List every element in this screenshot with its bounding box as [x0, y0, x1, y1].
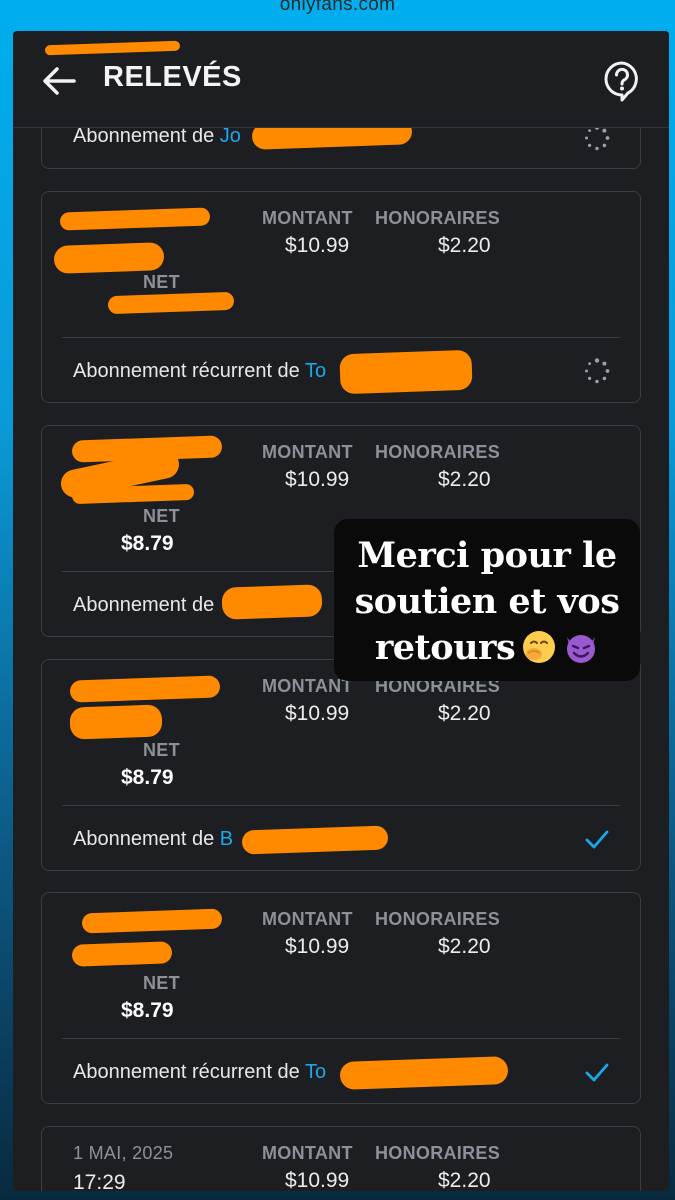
amount-label: MONTANT — [262, 676, 353, 696]
statement-description: Abonnement récurrent de To — [73, 360, 327, 382]
amount-value: $10.99 — [285, 702, 350, 725]
net-label: NET — [143, 272, 180, 292]
overlay-line-3: retours — [334, 625, 640, 671]
user-link[interactable]: To — [305, 360, 326, 382]
redaction-mark — [339, 1056, 509, 1090]
redaction-mark — [71, 941, 173, 967]
amount-value: $10.99 — [285, 1169, 350, 1191]
pending-spinner-icon — [585, 125, 610, 151]
amount-label: MONTANT — [262, 1143, 353, 1163]
statement-description: Abonnement de — [73, 594, 215, 616]
back-arrow-icon[interactable] — [41, 63, 77, 99]
overlay-line: soutien et vos — [354, 581, 620, 622]
redaction-mark — [69, 675, 221, 703]
statement-time: 17:29 — [73, 1171, 126, 1191]
fees-label: HONORAIRES — [375, 909, 501, 929]
statement-date: 1 MAI, 2025 — [73, 1143, 174, 1163]
fees-label: HONORAIRES — [375, 1143, 501, 1163]
redaction-mark — [81, 908, 223, 934]
amount-value: $10.99 — [285, 935, 350, 958]
redaction-mark — [107, 291, 235, 315]
user-link[interactable]: To — [305, 1061, 326, 1083]
fees-value: $2.20 — [438, 935, 491, 958]
redaction-mark — [71, 483, 195, 505]
fees-value: $2.20 — [438, 702, 491, 725]
smiling-devil-emoji-icon — [567, 635, 596, 663]
app-header: RELEVÉS — [13, 31, 669, 128]
fees-value: $2.20 — [438, 1169, 491, 1191]
net-value: $8.79 — [121, 532, 174, 555]
statement-card: MONTANT $10.99 HONORAIRES $2.20 NET Abon… — [41, 191, 641, 403]
fees-value: $2.20 — [438, 468, 491, 491]
statement-description: Abonnement de B — [73, 828, 234, 850]
face-with-hand-over-mouth-emoji-icon — [523, 631, 556, 663]
redaction-mark — [339, 349, 473, 395]
overlay-line: Merci pour le — [357, 535, 617, 576]
statement-description: Abonnement récurrent de To — [73, 1061, 327, 1083]
help-icon[interactable] — [603, 60, 641, 102]
page-title: RELEVÉS — [103, 61, 242, 93]
fees-label: HONORAIRES — [375, 208, 501, 228]
statement-card: MONTANT $10.99 HONORAIRES $2.20 NET $8.7… — [41, 659, 641, 871]
net-label: NET — [143, 973, 180, 993]
pending-spinner-icon — [585, 358, 610, 384]
fees-label: HONORAIRES — [375, 442, 501, 462]
card-divider — [62, 805, 620, 806]
checkmark-icon — [585, 1063, 609, 1082]
redaction-mark — [53, 242, 165, 274]
user-link[interactable]: Jo — [220, 125, 241, 147]
net-label: NET — [143, 740, 180, 760]
redaction-mark — [221, 584, 323, 620]
checkmark-icon — [585, 830, 609, 849]
amount-value: $10.99 — [285, 234, 350, 257]
net-label: NET — [143, 506, 180, 526]
redaction-mark — [241, 825, 389, 855]
statement-card: 1 MAI, 2025 17:29 MONTANT $10.99 HONORAI… — [41, 1126, 641, 1191]
redaction-mark — [59, 207, 211, 231]
amount-value: $10.99 — [285, 468, 350, 491]
card-divider — [62, 1038, 620, 1039]
amount-label: MONTANT — [262, 208, 353, 228]
card-divider — [62, 337, 620, 338]
amount-label: MONTANT — [262, 442, 353, 462]
amount-label: MONTANT — [262, 909, 353, 929]
user-link[interactable]: B — [220, 828, 233, 850]
fees-value: $2.20 — [438, 234, 491, 257]
redaction-mark — [69, 704, 163, 740]
statement-description: Abonnement de Jo — [73, 125, 241, 147]
net-value: $8.79 — [121, 999, 174, 1022]
browser-url: onlyfans.com — [279, 0, 396, 15]
net-value: $8.79 — [121, 766, 174, 789]
statement-card: MONTANT $10.99 HONORAIRES $2.20 NET $8.7… — [41, 892, 641, 1104]
redaction-mark — [44, 40, 181, 56]
story-text-overlay: Merci pour le soutien et vos retours — [334, 519, 640, 681]
